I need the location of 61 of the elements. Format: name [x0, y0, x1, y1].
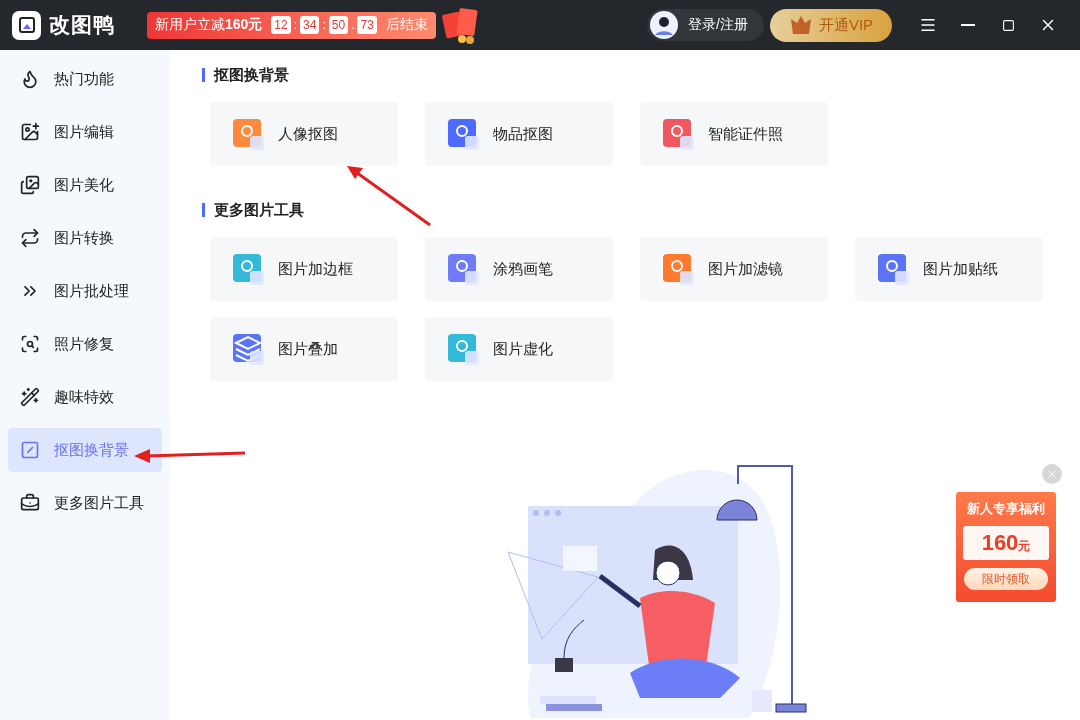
tool-card[interactable]: 人像抠图: [210, 102, 398, 166]
sidebar-label: 图片批处理: [54, 281, 129, 301]
sidebar-label: 图片编辑: [54, 122, 114, 142]
sidebar-item[interactable]: 图片批处理: [8, 269, 162, 313]
crown-icon: [788, 15, 813, 35]
sidebar-label: 图片转换: [54, 228, 114, 248]
sidebar-label: 更多图片工具: [54, 493, 144, 513]
close-icon: [1046, 468, 1058, 480]
app-title: 改图鸭: [49, 12, 115, 38]
countdown-digit: 34: [300, 16, 320, 34]
section-title: 抠图换背景: [202, 68, 1080, 82]
maximize-icon: [1001, 18, 1015, 32]
tool-label: 图片加贴纸: [923, 259, 998, 279]
tool-card[interactable]: 图片虚化: [425, 317, 613, 381]
menu-icon: [919, 16, 937, 34]
tool-card[interactable]: 图片叠加: [210, 317, 398, 381]
sidebar-label: 照片修复: [54, 334, 114, 354]
sidebar-item[interactable]: 图片美化: [8, 163, 162, 207]
tool-card[interactable]: 图片加边框: [210, 237, 398, 301]
tool-card[interactable]: 图片加滤镜: [640, 237, 828, 301]
countdown-digit: 50: [328, 16, 349, 34]
app-logo-icon: [12, 10, 41, 40]
tool-label: 图片叠加: [278, 339, 338, 359]
tool-card[interactable]: 涂鸦画笔: [425, 237, 613, 301]
sidebar-item[interactable]: 热门功能: [8, 57, 162, 101]
sidebar-item[interactable]: 更多图片工具: [8, 481, 162, 525]
sidebar-label: 热门功能: [54, 69, 114, 89]
countdown-digit: 12: [271, 16, 291, 34]
tool-label: 图片加边框: [278, 259, 353, 279]
tool-label: 涂鸦画笔: [493, 259, 553, 279]
tool-label: 物品抠图: [493, 124, 553, 144]
section-title: 更多图片工具: [202, 203, 1080, 217]
countdown-separator: .: [351, 18, 355, 32]
sidebar-label: 趣味特效: [54, 387, 114, 407]
flame-icon: [20, 69, 40, 89]
offer-title: 新人专享福利: [967, 500, 1045, 518]
sidebar-item[interactable]: 图片转换: [8, 216, 162, 260]
countdown-digit: 73: [357, 16, 377, 34]
tool-label: 图片虚化: [493, 339, 553, 359]
sidebar-label: 抠图换背景: [54, 440, 129, 460]
avatar-icon: [650, 11, 679, 39]
tool-card[interactable]: 物品抠图: [425, 102, 613, 166]
offer-card[interactable]: 新人专享福利 160元 限时领取: [956, 492, 1056, 602]
countdown-separator: :: [293, 18, 298, 32]
layers-icon: [230, 331, 266, 367]
tool-label: 智能证件照: [708, 124, 783, 144]
sidebar-label: 图片美化: [54, 175, 114, 195]
tool-card[interactable]: 图片加贴纸: [855, 237, 1043, 301]
countdown-separator: :: [322, 18, 326, 32]
promo-banner[interactable]: 新用户立减160元 12 : 34 : 50 . 73 后结束: [147, 11, 436, 39]
tool-label: 图片加滤镜: [708, 259, 783, 279]
toolbox-icon: [20, 493, 40, 513]
login-button[interactable]: 登录/注册: [647, 9, 764, 41]
sidebar-item[interactable]: 图片编辑: [8, 110, 162, 154]
minimize-icon: [961, 24, 975, 26]
sidebar-item[interactable]: 照片修复: [8, 322, 162, 366]
offer-amount: 160: [981, 530, 1019, 556]
offer-unit: 元: [1018, 539, 1031, 555]
tool-card[interactable]: 智能证件照: [640, 102, 828, 166]
tool-label: 人像抠图: [278, 124, 338, 144]
sidebar-item[interactable]: 趣味特效: [8, 375, 162, 419]
